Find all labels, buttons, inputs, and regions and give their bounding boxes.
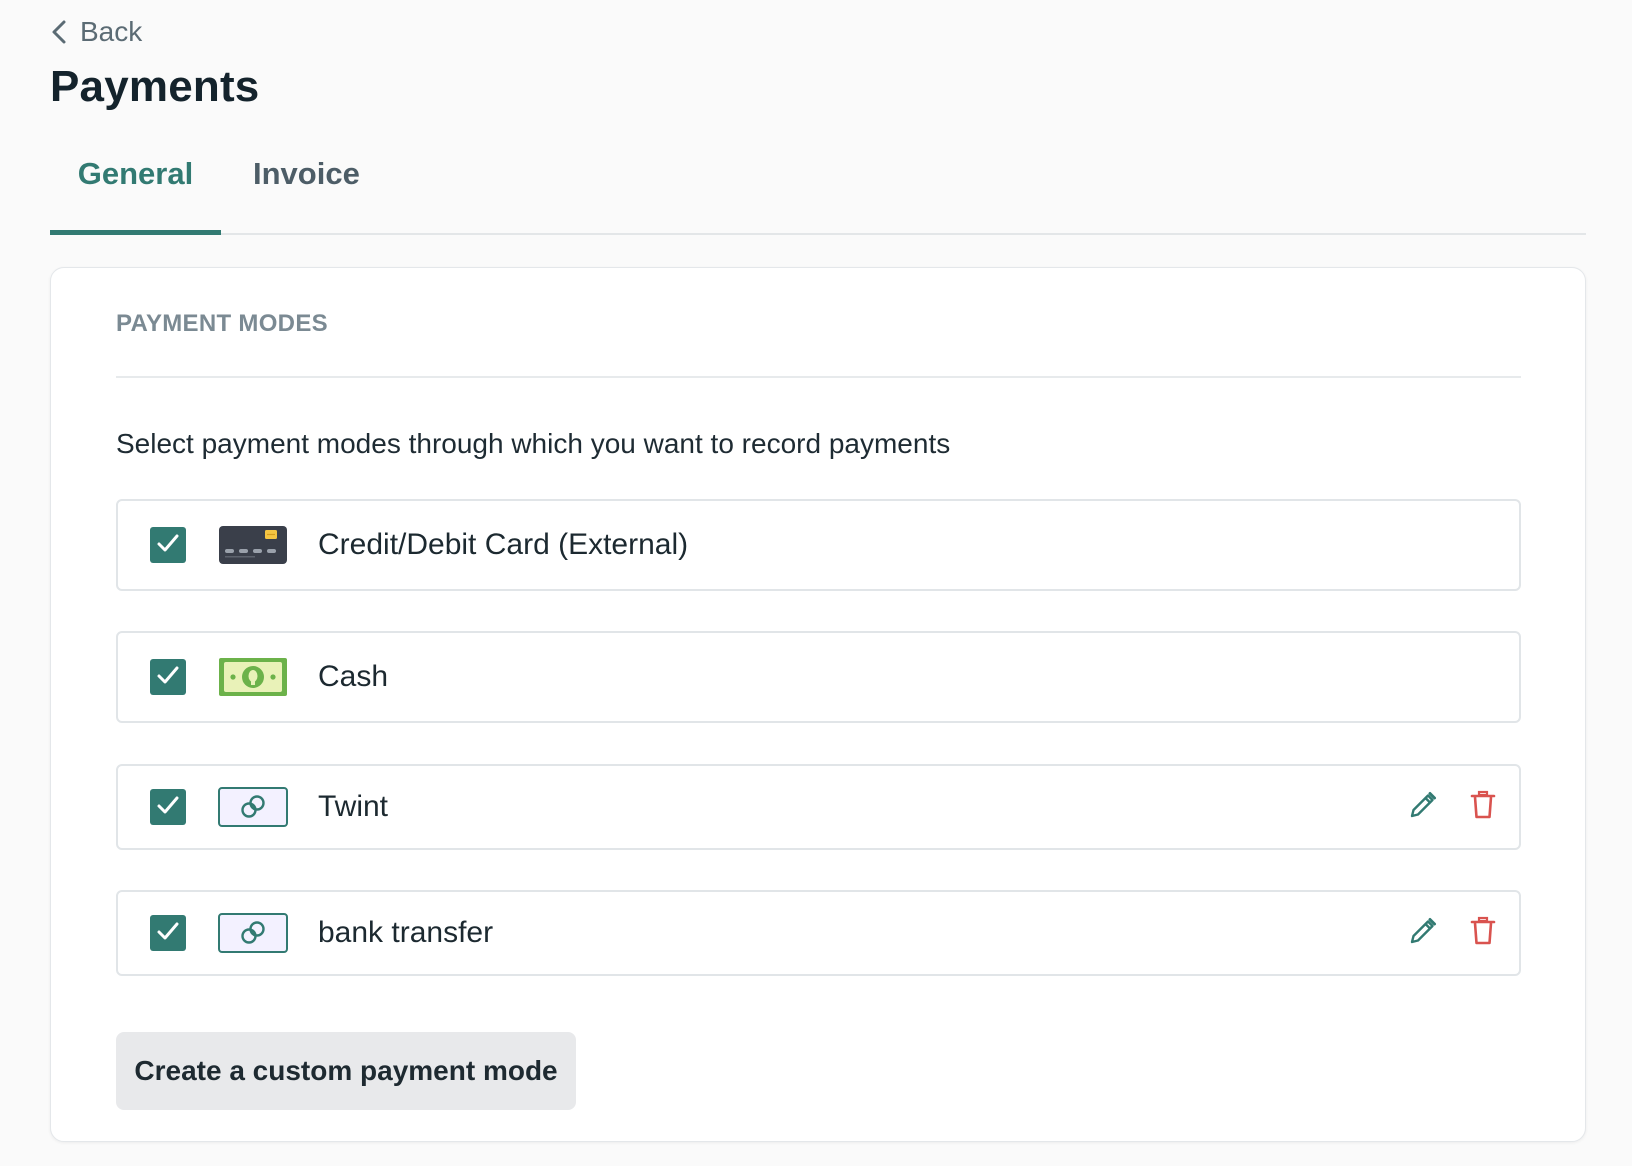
payment-mode-row-cash: Cash [116,631,1521,723]
custom-payment-icon [218,787,288,827]
payment-mode-label: bank transfer [318,916,494,949]
back-label: Back [80,16,143,47]
credit-card-icon [218,525,288,565]
create-custom-payment-mode-button[interactable]: Create a custom payment mode [116,1032,576,1110]
cash-icon [218,657,288,697]
section-title: PAYMENT MODES [116,310,328,337]
payment-mode-checkbox[interactable] [150,659,186,695]
payment-mode-checkbox[interactable] [150,789,186,825]
pencil-icon [1408,790,1438,825]
checkmark-icon [155,662,181,693]
trash-icon [1469,790,1497,825]
tab-invoice[interactable]: Invoice [253,140,360,233]
checkmark-icon [155,792,181,823]
payment-modes-card: PAYMENT MODES Select payment modes throu… [50,267,1586,1142]
payment-mode-row-twint: Twint [116,764,1521,850]
chevron-left-icon [50,19,68,45]
section-description: Select payment modes through which you w… [116,428,951,459]
edit-button[interactable] [1406,916,1440,950]
custom-payment-icon [218,913,288,953]
payment-mode-checkbox[interactable] [150,527,186,563]
payment-mode-label: Twint [318,790,389,823]
checkmark-icon [155,918,181,949]
delete-button[interactable] [1466,790,1500,824]
tab-general[interactable]: General [50,140,221,235]
payment-mode-checkbox[interactable] [150,915,186,951]
delete-button[interactable] [1466,916,1500,950]
pencil-icon [1408,916,1438,951]
page-title: Payments [50,62,260,111]
payment-mode-label: Credit/Debit Card (External) [318,528,689,561]
payment-mode-label: Cash [318,660,389,693]
tab-bar: General Invoice [50,140,1586,235]
trash-icon [1469,916,1497,951]
checkmark-icon [155,530,181,561]
edit-button[interactable] [1406,790,1440,824]
back-link[interactable]: Back [50,14,142,50]
payment-mode-row-card: Credit/Debit Card (External) [116,499,1521,591]
payment-mode-row-bank-transfer: bank transfer [116,890,1521,976]
section-divider [116,376,1521,378]
